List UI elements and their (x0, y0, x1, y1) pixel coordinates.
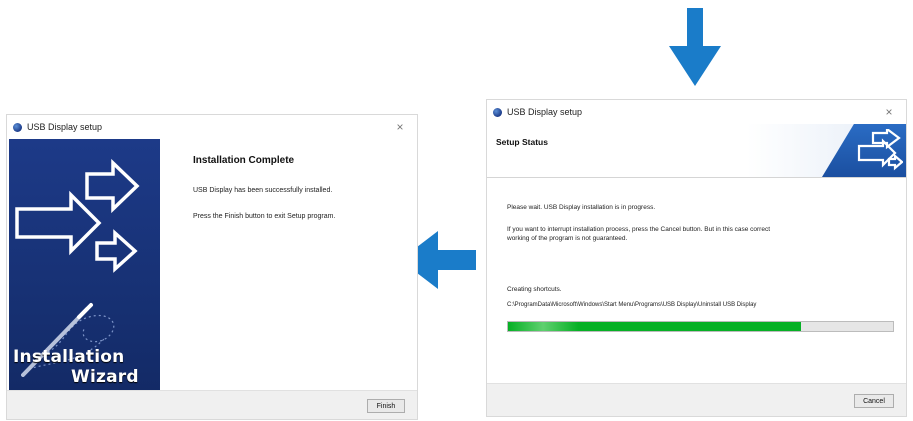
installation-complete-dialog: USB Display setup × Installation Wizard … (6, 114, 418, 420)
dialog-footer: Cancel (487, 383, 906, 416)
setup-status-title: Setup Status (496, 137, 548, 147)
usb-display-app-icon (13, 122, 22, 132)
finish-button[interactable]: Finish (367, 399, 405, 413)
success-message: USB Display has been successfully instal… (193, 187, 333, 194)
banner-line-1: Installation (13, 347, 125, 367)
banner-line-2: Wizard (71, 367, 139, 387)
finish-instruction: Press the Finish button to exit Setup pr… (193, 213, 336, 220)
current-path: C:\ProgramData\Microsoft\Windows\Start M… (507, 302, 757, 308)
arrows-icon (857, 129, 903, 171)
arrow-down-icon (669, 8, 721, 86)
installation-wizard-banner: Installation Wizard (9, 139, 160, 392)
wait-message: Please wait. USB Display installation is… (507, 204, 656, 211)
close-button[interactable]: × (882, 105, 896, 119)
header-band: Setup Status (487, 124, 906, 178)
arrows-header-graphic (822, 124, 906, 177)
completion-heading: Installation Complete (193, 155, 295, 166)
cancel-note-line-2: working of the program is not guaranteed… (507, 235, 628, 242)
cancel-note-line-1: If you want to interrupt installation pr… (507, 226, 771, 233)
cancel-button[interactable]: Cancel (854, 394, 894, 408)
current-action: Creating shortcuts. (507, 286, 562, 293)
window-title: USB Display setup (27, 122, 103, 132)
installation-progress-bar (507, 321, 894, 332)
progress-fill (508, 322, 801, 331)
title-bar: USB Display setup × (487, 100, 906, 124)
dialog-footer: Finish (7, 390, 417, 419)
setup-status-dialog: USB Display setup × Setup Status Please … (486, 99, 907, 417)
title-bar: USB Display setup × (7, 115, 417, 139)
close-button[interactable]: × (393, 120, 407, 134)
usb-display-app-icon (493, 107, 502, 117)
window-title: USB Display setup (507, 107, 583, 117)
